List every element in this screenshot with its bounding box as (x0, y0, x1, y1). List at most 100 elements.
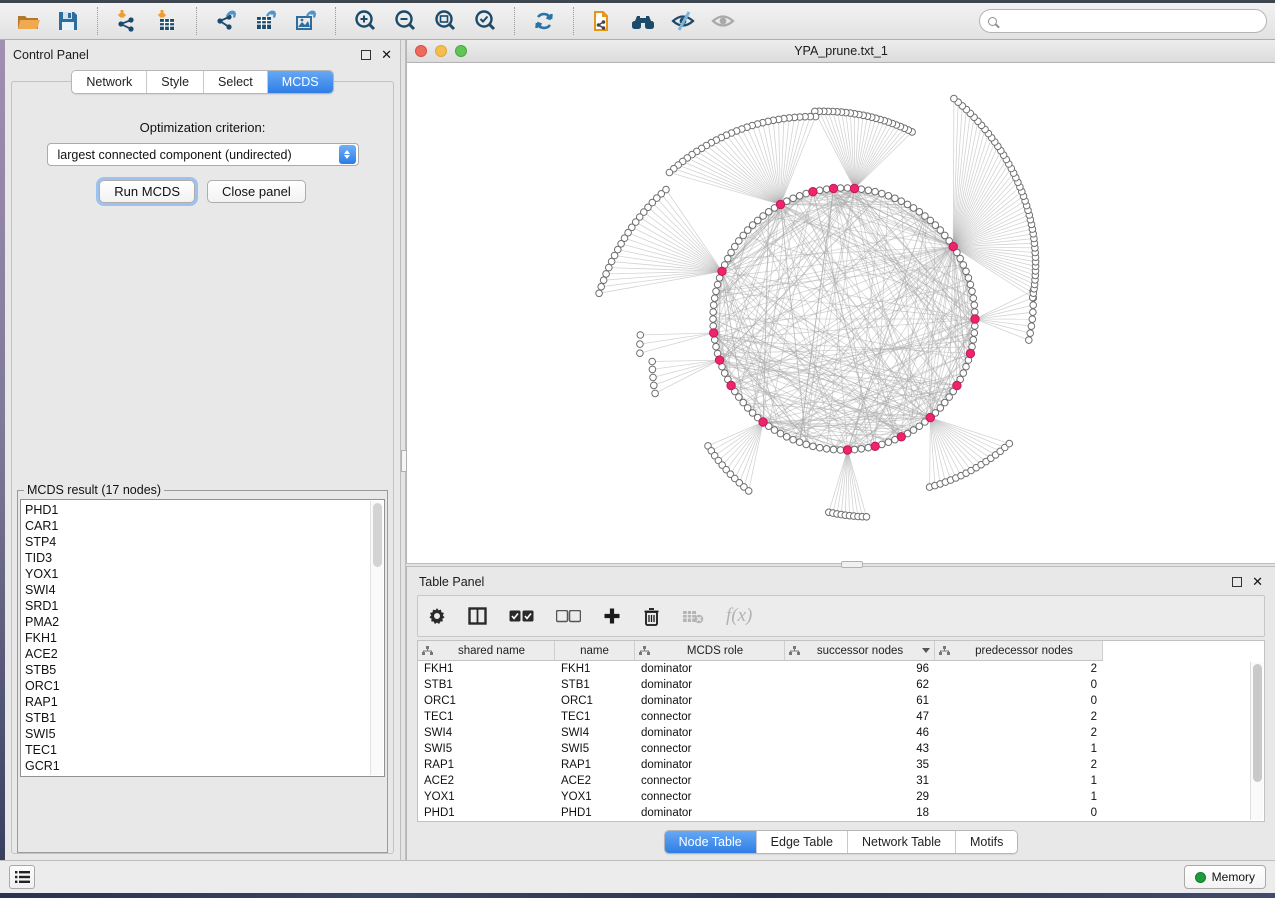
network-canvas[interactable] (407, 63, 1275, 563)
toolbar-separator (196, 7, 197, 35)
horizontal-splitter[interactable] (406, 563, 1275, 567)
table-row[interactable]: FKH1 FKH1 dominator 96 2 (418, 661, 1264, 677)
tab-select[interactable]: Select (203, 71, 267, 93)
search-field[interactable] (979, 9, 1267, 33)
select-stepper-icon (339, 145, 356, 164)
mcds-result-item[interactable]: SWI4 (25, 582, 380, 598)
close-panel-button-inner[interactable]: Close panel (207, 180, 306, 203)
column-header-successor-nodes[interactable]: successor nodes (785, 641, 935, 661)
table-row[interactable]: ORC1 ORC1 dominator 61 0 (418, 693, 1264, 709)
table-row[interactable]: RAP1 RAP1 dominator 35 2 (418, 757, 1264, 773)
cell-shared-name: SWI5 (418, 743, 555, 755)
column-layout-button[interactable] (468, 607, 487, 625)
mcds-result-item[interactable]: TID3 (25, 550, 380, 566)
control-panel-title: Control Panel (13, 48, 89, 62)
column-header-mcds-role[interactable]: MCDS role (635, 641, 785, 661)
delete-table-button[interactable] (682, 609, 704, 624)
import-table-button[interactable] (147, 5, 187, 37)
cell-mcds-role: dominator (635, 663, 785, 675)
delete-column-button[interactable] (643, 607, 660, 626)
export-image-icon (293, 8, 319, 34)
tab-edge-table[interactable]: Edge Table (756, 831, 847, 853)
tab-motifs[interactable]: Motifs (955, 831, 1017, 853)
table-row[interactable]: YOX1 YOX1 connector 29 1 (418, 789, 1264, 805)
mcds-result-item[interactable]: PHD1 (25, 502, 380, 518)
float-table-panel-button[interactable] (1232, 577, 1242, 587)
mcds-result-item[interactable]: CAR1 (25, 518, 380, 534)
mcds-result-item[interactable]: TEC1 (25, 742, 380, 758)
close-panel-button[interactable]: ✕ (381, 50, 392, 60)
mcds-result-item[interactable]: RAP1 (25, 694, 380, 710)
hide-selected-button[interactable] (663, 5, 703, 37)
table-row[interactable]: STB1 STB1 dominator 62 0 (418, 677, 1264, 693)
mcds-result-item[interactable]: PMA2 (25, 614, 380, 630)
table-row[interactable]: ACE2 ACE2 connector 31 1 (418, 773, 1264, 789)
mcds-result-item[interactable]: SRD1 (25, 598, 380, 614)
network-window-titlebar: YPA_prune.txt_1 (407, 40, 1275, 63)
show-selected-button[interactable] (703, 5, 743, 37)
sort-descending-icon (922, 648, 930, 653)
table-settings-button[interactable] (428, 607, 446, 625)
mcds-result-item[interactable]: GCR1 (25, 758, 380, 774)
tab-style[interactable]: Style (146, 71, 203, 93)
import-network-button[interactable] (107, 5, 147, 37)
export-table-button[interactable] (246, 5, 286, 37)
tab-mcds[interactable]: MCDS (267, 71, 333, 93)
column-header-predecessor-nodes[interactable]: predecessor nodes (935, 641, 1103, 661)
binoculars-button[interactable] (623, 5, 663, 37)
zoom-in-button[interactable] (345, 5, 385, 37)
close-table-panel-button[interactable]: ✕ (1252, 577, 1263, 587)
share-document-button[interactable] (583, 5, 623, 37)
status-bar: Memory (0, 860, 1275, 893)
export-network-button[interactable] (206, 5, 246, 37)
mcds-result-item[interactable]: ACE2 (25, 646, 380, 662)
column-header-name[interactable]: name (555, 641, 635, 661)
tab-network-table[interactable]: Network Table (847, 831, 955, 853)
mcds-result-item[interactable]: STB1 (25, 710, 380, 726)
mcds-result-list[interactable]: PHD1CAR1STP4TID3YOX1SWI4SRD1PMA2FKH1ACE2… (20, 499, 385, 777)
cell-successor-nodes: 61 (785, 695, 935, 707)
cell-successor-nodes: 62 (785, 679, 935, 691)
cell-name: SWI5 (555, 743, 635, 755)
mcds-list-scrollbar[interactable] (370, 501, 383, 775)
search-input[interactable] (1003, 14, 1258, 28)
add-column-button[interactable] (603, 607, 621, 625)
mcds-result-item[interactable]: STP4 (25, 534, 380, 550)
table-row[interactable]: PHD1 PHD1 dominator 18 0 (418, 805, 1264, 821)
zoom-out-button[interactable] (385, 5, 425, 37)
column-header-shared-name[interactable]: shared name (418, 641, 555, 661)
mcds-result-item[interactable]: YOX1 (25, 566, 380, 582)
criterion-select[interactable]: largest connected component (undirected) (47, 143, 359, 166)
control-panel-tabs: Network Style Select MCDS (71, 70, 333, 94)
float-panel-button[interactable] (361, 50, 371, 60)
apply-layout-button[interactable] (524, 5, 564, 37)
save-session-button[interactable] (48, 5, 88, 37)
export-table-icon (253, 8, 279, 34)
run-mcds-button[interactable]: Run MCDS (99, 180, 195, 203)
export-image-button[interactable] (286, 5, 326, 37)
table-panel-tabs: Node Table Edge Table Network Table Moti… (664, 830, 1019, 854)
splitter-handle[interactable] (841, 561, 863, 568)
tab-node-table[interactable]: Node Table (665, 831, 756, 853)
mcds-result-item[interactable]: STB5 (25, 662, 380, 678)
table-row[interactable]: SWI4 SWI4 dominator 46 2 (418, 725, 1264, 741)
table-row[interactable]: SWI5 SWI5 connector 43 1 (418, 741, 1264, 757)
memory-button[interactable]: Memory (1184, 865, 1266, 889)
table-scrollbar[interactable] (1250, 662, 1263, 820)
zoom-selected-button[interactable] (465, 5, 505, 37)
select-all-columns-button[interactable] (509, 610, 534, 623)
tab-network[interactable]: Network (72, 71, 146, 93)
table-row[interactable]: TEC1 TEC1 connector 47 2 (418, 709, 1264, 725)
mcds-result-item[interactable]: FKH1 (25, 630, 380, 646)
deselect-all-columns-button[interactable] (556, 610, 581, 623)
cell-shared-name: FKH1 (418, 663, 555, 675)
mcds-result-item[interactable]: ORC1 (25, 678, 380, 694)
zoom-fit-button[interactable] (425, 5, 465, 37)
cell-mcds-role: dominator (635, 679, 785, 691)
mcds-result-item[interactable]: SWI5 (25, 726, 380, 742)
vertical-splitter[interactable] (400, 40, 406, 860)
toolbar-separator (514, 7, 515, 35)
task-history-button[interactable] (9, 865, 35, 889)
open-file-button[interactable] (8, 5, 48, 37)
function-builder-button[interactable]: f(x) (726, 605, 752, 627)
